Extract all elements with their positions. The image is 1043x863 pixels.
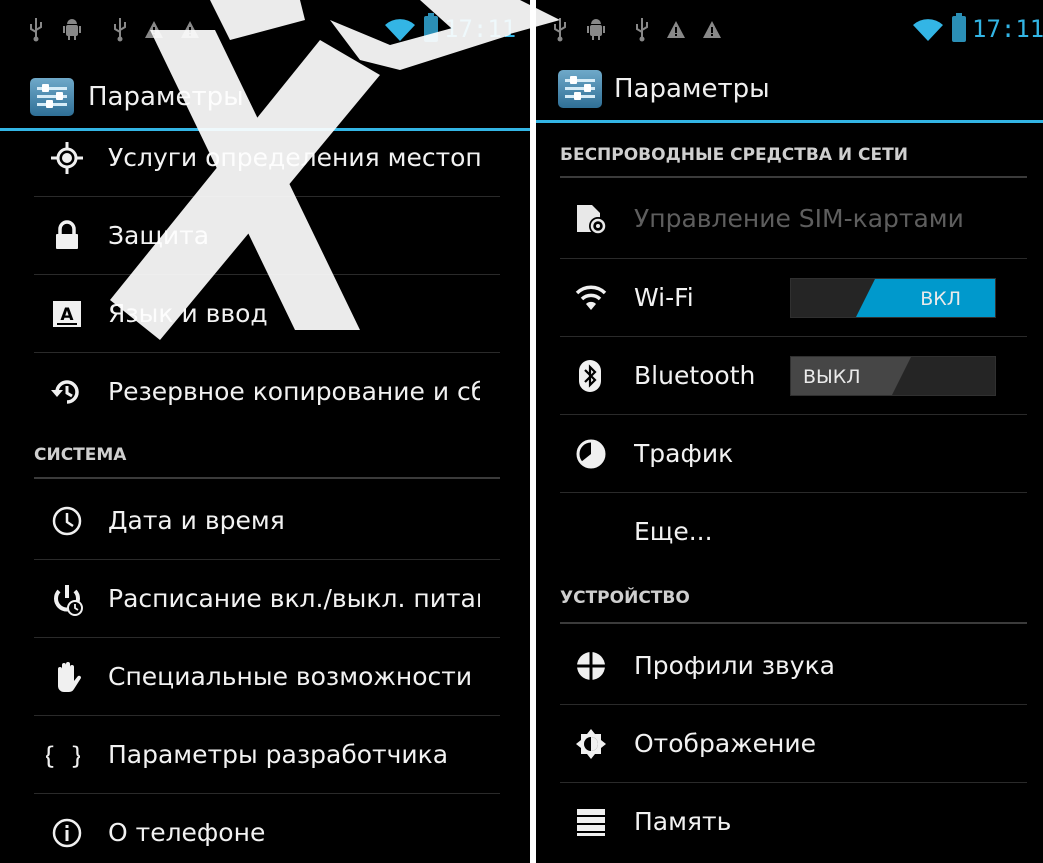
braces-icon: { } (46, 738, 80, 772)
svg-text:{ }: { } (46, 742, 80, 770)
page-title: Параметры (88, 82, 244, 112)
settings-item-accessibility[interactable]: Специальные возможности (0, 638, 530, 716)
settings-item-location[interactable]: Услуги определения местоположения (0, 119, 530, 197)
usb-icon (26, 16, 46, 42)
settings-item-label: О телефоне (108, 818, 266, 847)
settings-item-label: Расписание вкл./выкл. питания (108, 584, 480, 613)
settings-item-label: Память (634, 807, 732, 836)
status-bar: 17:11 (0, 0, 530, 60)
action-bar-divider (536, 120, 1043, 123)
settings-item-label: Управление SIM-картами (634, 204, 964, 233)
settings-item-label: Профили звука (634, 651, 836, 680)
section-header-device: УСТРОЙСТВО (560, 588, 690, 608)
settings-item-language[interactable]: A Язык и ввод (0, 275, 530, 353)
settings-item-security[interactable]: Защита (0, 197, 530, 275)
usb-icon (632, 16, 652, 42)
settings-item-sound-profiles[interactable]: Профили звука (536, 627, 1043, 705)
settings-item-label: Резервное копирование и сброс (108, 377, 480, 406)
power-schedule-icon (50, 582, 84, 616)
wifi-icon (574, 281, 608, 315)
location-target-icon (50, 141, 84, 175)
bluetooth-icon (574, 359, 608, 393)
hand-icon (50, 660, 84, 694)
settings-item-label: Дата и время (108, 506, 285, 535)
settings-item-more[interactable]: Еще... (536, 493, 1043, 571)
page-title: Параметры (614, 74, 770, 104)
section-header-system: СИСТЕМА (34, 445, 127, 465)
status-time: 17:11 (972, 15, 1043, 43)
lock-icon (50, 219, 84, 253)
settings-app-icon[interactable] (30, 78, 74, 116)
battery-icon (952, 13, 966, 42)
settings-item-display[interactable]: Отображение (536, 705, 1043, 783)
display-brightness-icon (574, 727, 608, 761)
settings-screen-left: 17:11 Параметры Услуги определения место… (0, 0, 530, 863)
settings-item-label: Специальные возможности (108, 662, 473, 691)
wifi-signal-icon (912, 18, 944, 42)
usb-icon (110, 16, 130, 42)
backup-restore-icon (50, 375, 84, 409)
section-divider (34, 477, 500, 479)
wifi-signal-icon (384, 18, 416, 42)
settings-item-backup[interactable]: Резервное копирование и сброс (0, 353, 530, 431)
android-debug-icon (62, 16, 82, 42)
toggle-label: ВКЛ (920, 288, 961, 310)
sound-profiles-icon (574, 649, 608, 683)
settings-app-icon[interactable] (558, 70, 602, 108)
svg-text:A: A (60, 305, 74, 325)
clock-icon (50, 504, 84, 538)
settings-item-traffic[interactable]: Трафик (536, 415, 1043, 493)
warning-icon (144, 16, 164, 42)
settings-item-label: Трафик (634, 439, 734, 468)
settings-item-bluetooth[interactable]: Bluetooth ВЫКЛ (536, 337, 1043, 415)
usb-icon (550, 16, 570, 42)
warning-icon (666, 16, 686, 42)
settings-item-date-time[interactable]: Дата и время (0, 482, 530, 560)
section-header-wireless: БЕСПРОВОДНЫЕ СРЕДСТВА И СЕТИ (560, 145, 908, 165)
warning-icon (702, 16, 722, 42)
settings-item-label: Услуги определения местоположения (108, 143, 480, 172)
settings-item-about-phone[interactable]: О телефоне (0, 794, 530, 863)
storage-icon (574, 805, 608, 839)
settings-screen-right: 17:11 Параметры БЕСПРОВОДНЫЕ СРЕДСТВА И … (536, 0, 1043, 863)
section-divider (560, 622, 1027, 624)
wifi-toggle[interactable]: ВКЛ (790, 278, 996, 318)
status-bar: 17:11 (536, 0, 1043, 60)
settings-item-developer[interactable]: { } Параметры разработчика (0, 716, 530, 794)
settings-item-label: Wi-Fi (634, 283, 694, 312)
status-time: 17:11 (444, 15, 517, 43)
toggle-label: ВЫКЛ (803, 366, 861, 388)
data-usage-icon (574, 437, 608, 471)
settings-item-label: Параметры разработчика (108, 740, 449, 769)
keyboard-language-icon: A (50, 297, 84, 331)
action-bar: Параметры (536, 66, 1043, 128)
android-debug-icon (586, 16, 606, 42)
battery-icon (424, 13, 438, 42)
settings-item-storage[interactable]: Память (536, 783, 1043, 861)
settings-item-label: Язык и ввод (108, 299, 268, 328)
info-icon (50, 816, 84, 850)
settings-item-sim-management[interactable]: Управление SIM-картами (536, 180, 1043, 258)
section-divider (560, 176, 1027, 178)
settings-item-label: Bluetooth (634, 361, 756, 390)
settings-item-wifi[interactable]: Wi-Fi ВКЛ (536, 259, 1043, 337)
settings-item-label: Отображение (634, 729, 817, 758)
sim-settings-icon (574, 202, 608, 236)
settings-item-label: Еще... (634, 517, 713, 546)
bluetooth-toggle[interactable]: ВЫКЛ (790, 356, 996, 396)
warning-icon (180, 16, 200, 42)
settings-item-label: Защита (108, 221, 210, 250)
settings-item-power-schedule[interactable]: Расписание вкл./выкл. питания (0, 560, 530, 638)
